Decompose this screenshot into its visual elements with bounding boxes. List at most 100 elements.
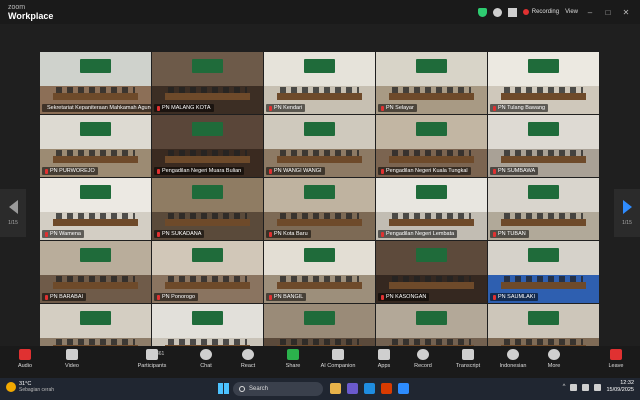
participant-name-label: PN WANGI WANGI (266, 167, 325, 175)
participant-tile[interactable]: PN Kendari (264, 52, 375, 114)
ai-companion-label: AI Companion (320, 363, 356, 369)
windows-start-icon[interactable] (218, 383, 229, 394)
participant-tile[interactable]: Sekretariat Kepaniteraan Mahkamah Agung (40, 52, 151, 114)
video-feed-table (53, 92, 138, 101)
battery-icon[interactable] (594, 383, 602, 391)
transcript-button[interactable]: Transcript (448, 349, 488, 369)
file-explorer-icon[interactable] (330, 383, 341, 394)
transcript-label: Transcript (455, 363, 481, 369)
recording-indicator[interactable]: Recording (522, 9, 560, 15)
participant-tile[interactable]: PN MALANG KOTA (152, 52, 263, 114)
weather-widget[interactable]: 31°C Sebagian cerah (6, 381, 54, 393)
taskbar-clock[interactable]: 12:32 15/09/2025 (606, 380, 634, 394)
video-feed-table (165, 155, 250, 164)
copilot-icon[interactable] (347, 383, 358, 394)
security-shield-icon[interactable] (477, 7, 487, 17)
zoom-taskbar-icon[interactable] (398, 383, 409, 394)
participant-name: PN Tulang Bawang (498, 105, 546, 111)
video-button[interactable]: Video (52, 349, 92, 369)
participant-tile[interactable]: PN SAUMLAKI (488, 241, 599, 303)
weather-desc: Sebagian cerah (19, 387, 55, 393)
record-icon (417, 349, 429, 360)
microphone-muted-icon (381, 105, 384, 111)
participants-label: Participants (137, 363, 167, 369)
participant-name: PN PURWOREJO (50, 168, 95, 174)
taskbar-search[interactable]: Search (233, 382, 323, 396)
participant-tile[interactable]: PN SUMBAWA (488, 115, 599, 177)
microphone-muted-icon (19, 349, 31, 360)
video-label: Video (65, 363, 79, 369)
chat-button[interactable]: Chat (186, 349, 226, 369)
court-banner (191, 122, 224, 137)
participant-tile[interactable]: PN BANGIL (264, 241, 375, 303)
participant-name: Pengadilan Negeri Muara Bulian (162, 168, 242, 174)
participant-name-label: Sekretariat Kepaniteraan Mahkamah Agung (42, 104, 151, 112)
recording-label: Recording (531, 9, 560, 15)
court-banner (415, 122, 448, 137)
minimize-icon[interactable]: – (584, 8, 596, 17)
more-button[interactable]: More (534, 349, 574, 369)
participant-name-label: PN SAUMLAKI (490, 293, 538, 301)
title-bar: zoom Workplace Recording View – □ ✕ (0, 0, 640, 24)
video-feed-table (277, 155, 362, 164)
speaker-icon[interactable] (582, 383, 590, 391)
video-feed-table (389, 155, 474, 164)
view-button[interactable]: View (565, 9, 578, 15)
court-banner (303, 59, 336, 74)
participant-tile[interactable]: Pengadilan Negeri Kuala Tungkal (376, 115, 487, 177)
participant-tile[interactable]: PN WANGI WANGI (264, 115, 375, 177)
chat-bubble-icon (200, 349, 212, 360)
office-app-icon[interactable] (381, 383, 392, 394)
clock-time: 12:32 (620, 380, 634, 386)
participant-tile[interactable]: PN BARABAI (40, 241, 151, 303)
participant-name-label: PN TUBAN (490, 230, 529, 238)
microphone-muted-icon (45, 231, 48, 237)
participant-name-label: PN Ponorogo (154, 293, 199, 301)
participant-tile[interactable]: PN SUKADANA (152, 178, 263, 240)
prev-page-button[interactable]: 1/15 (0, 189, 26, 237)
share-button[interactable]: Share (273, 349, 313, 369)
court-banner (191, 185, 224, 200)
brand-workplace: Workplace (8, 11, 54, 21)
maximize-icon[interactable]: □ (602, 8, 614, 17)
participant-tile[interactable]: PN Ponorogo (152, 241, 263, 303)
participant-tile[interactable]: PN Tulang Bawang (488, 52, 599, 114)
apps-button[interactable]: Apps (364, 349, 404, 369)
edge-browser-icon[interactable] (364, 383, 375, 394)
sun-weather-icon (6, 382, 16, 392)
participant-tile[interactable]: PN Wamena (40, 178, 151, 240)
participant-tile[interactable]: PN Kota Baru (264, 178, 375, 240)
participant-name-label: PN Tulang Bawang (490, 104, 549, 112)
heart-react-icon (242, 349, 254, 360)
microphone-muted-icon (45, 294, 48, 300)
participant-tile[interactable]: Pengadilan Negeri Muara Bulian (152, 115, 263, 177)
ai-companion-button[interactable]: AI Companion (318, 349, 358, 369)
language-button[interactable]: Indonesian (493, 349, 533, 369)
participant-tile[interactable]: PN PURWOREJO (40, 115, 151, 177)
info-icon[interactable] (492, 7, 502, 17)
participant-tile[interactable]: PN TUBAN (488, 178, 599, 240)
next-page-button[interactable]: 1/15 (614, 189, 640, 237)
react-button[interactable]: React (228, 349, 268, 369)
record-button[interactable]: Record (403, 349, 443, 369)
audio-button[interactable]: Audio (5, 349, 45, 369)
participant-tile[interactable]: Pengadilan Negeri Lembata (376, 178, 487, 240)
globe-icon (507, 349, 519, 360)
microphone-muted-icon (157, 168, 160, 174)
court-banner (191, 59, 224, 74)
court-banner (191, 311, 224, 326)
participant-name-label: Pengadilan Negeri Lembata (378, 230, 458, 238)
participants-button[interactable]: 361 Participants (132, 349, 172, 369)
participant-name: PN WANGI WANGI (274, 168, 322, 174)
participant-tile[interactable]: PN Selayar (376, 52, 487, 114)
participant-tile[interactable]: PN KASONGAN (376, 241, 487, 303)
close-icon[interactable]: ✕ (620, 8, 632, 17)
participant-name: PN Selayar (386, 105, 414, 111)
leave-button[interactable]: Leave (596, 349, 636, 369)
record-label: Record (414, 363, 432, 369)
wifi-icon[interactable] (570, 383, 578, 391)
court-banner (79, 311, 112, 326)
participant-name-label: PN Wamena (42, 230, 84, 238)
tray-chevron-up-icon[interactable]: ^ (563, 384, 566, 390)
sparkle-icon[interactable] (507, 7, 517, 17)
